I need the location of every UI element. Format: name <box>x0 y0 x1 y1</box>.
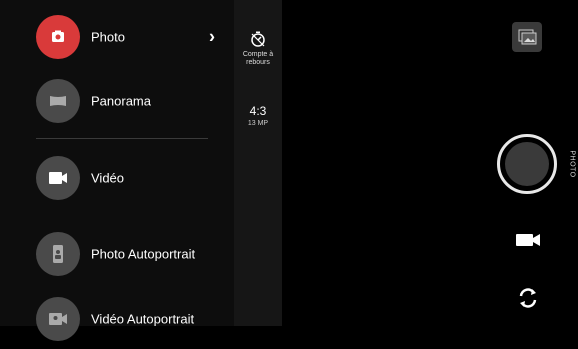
mode-label-panorama: Panorama <box>91 93 151 109</box>
gallery-thumbnail[interactable] <box>512 22 542 52</box>
video-mode-button[interactable] <box>36 156 80 200</box>
quick-settings-panel: Compte à rebours 4:3 13 MP <box>234 0 282 326</box>
self-timer-button[interactable]: Compte à rebours <box>234 30 282 67</box>
record-video-button[interactable] <box>514 230 544 250</box>
resolution-button[interactable]: 4:3 13 MP <box>234 104 282 127</box>
timer-label-line2: rebours <box>246 59 270 66</box>
selfie-photo-icon <box>53 245 63 263</box>
shutter-button[interactable] <box>497 134 557 194</box>
mode-label-selfie-photo: Photo Autoportrait <box>91 246 196 262</box>
video-icon <box>49 172 67 184</box>
resolution-value: 13 MP <box>247 120 269 127</box>
chevron-right-icon[interactable]: › <box>209 27 215 48</box>
mode-item-photo[interactable]: Photo › <box>0 7 234 67</box>
mode-item-video[interactable]: Vidéo <box>0 148 234 208</box>
mode-label-video: Vidéo <box>91 170 125 186</box>
mode-item-selfie-video[interactable]: Vidéo Autoportrait <box>0 289 234 349</box>
gallery-icon <box>518 29 537 45</box>
selfie-video-mode-button[interactable] <box>36 297 80 341</box>
mode-label-selfie-video: Vidéo Autoportrait <box>91 311 195 327</box>
timer-label-line1: Compte à <box>242 51 274 58</box>
camera-icon <box>52 30 64 42</box>
shutter-inner <box>505 142 549 186</box>
video-camera-icon <box>516 234 540 246</box>
menu-divider <box>36 138 208 139</box>
camera-mode-menu: Photo › Panorama Vidéo Photo Autoportrai… <box>0 0 234 341</box>
selfie-video-icon <box>49 313 67 325</box>
mode-item-panorama[interactable]: Panorama <box>0 71 234 131</box>
mode-item-selfie-photo[interactable]: Photo Autoportrait <box>0 224 234 284</box>
current-mode-label: PHOTO <box>568 150 576 178</box>
timer-icon <box>251 31 265 47</box>
mode-label-photo: Photo <box>91 29 125 45</box>
aspect-ratio-value: 4:3 <box>249 104 267 118</box>
switch-camera-icon <box>519 288 537 308</box>
photo-mode-button[interactable] <box>36 15 80 59</box>
switch-camera-button[interactable] <box>514 284 542 312</box>
selfie-photo-mode-button[interactable] <box>36 232 80 276</box>
panorama-icon <box>50 96 66 106</box>
panorama-mode-button[interactable] <box>36 79 80 123</box>
